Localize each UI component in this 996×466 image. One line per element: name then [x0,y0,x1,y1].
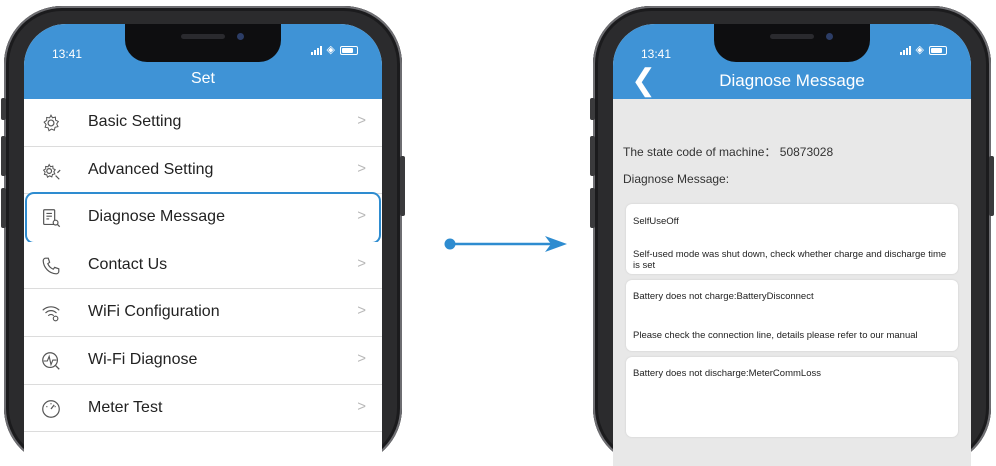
phone-notch [125,24,281,62]
volume-down-button [1,188,6,228]
chevron-right-icon: > [357,254,366,272]
menu-item-label: Contact Us [88,255,168,273]
menu-item-label: Basic Setting [88,113,182,130]
settings-menu: Basic Setting > Advanced Setting > Diagn… [24,99,382,433]
status-time: 13:41 [52,47,83,61]
status-time: 13:41 [641,47,672,61]
wifi-icon: ◈ [915,44,924,56]
menu-item-wifi-configuration[interactable]: WiFi Configuration > [24,289,382,337]
menu-item-label: WiFi Configuration [88,303,220,321]
gear-icon [43,114,60,132]
chevron-right-icon: > [357,397,366,415]
volume-down-button [590,188,595,228]
chevron-right-icon: > [357,112,366,129]
volume-up-button [590,136,595,176]
menu-item-advanced-setting[interactable]: Advanced Setting > [24,146,382,195]
transition-arrow-icon [444,236,567,252]
left-screen: 13:41 ◈ Set Basic Setting > Advanced Set… [24,24,382,466]
volume-up-button [1,136,6,176]
menu-item-wifi-diagnose[interactable]: Wi-Fi Diagnose > [24,336,382,385]
diagnose-card-detail: Please check the connection line, detail… [633,330,918,341]
diagnose-card: SelfUseOff Self-used mode was shut down,… [626,204,958,274]
battery-icon [929,46,947,55]
mute-switch [590,98,595,120]
wifi-icon: ◈ [326,44,335,56]
cellular-signal-icon [899,46,911,55]
menu-item-diagnose-message[interactable]: Diagnose Message > [27,194,379,242]
page-title: Diagnose Message [719,71,865,90]
diagnose-card-detail: Self-used mode was shut down, check whet… [633,249,947,271]
chevron-right-icon: > [357,302,366,320]
state-code-line: The state code of machine： 50873028 [623,143,833,160]
menu-item-basic-setting[interactable]: Basic Setting > [24,99,382,147]
menu-item-label: Meter Test [88,398,163,416]
cellular-signal-icon [310,46,322,55]
meter-gauge-icon [42,399,60,418]
menu-item-meter-test[interactable]: Meter Test > [24,384,382,433]
signal-diagnose-icon [42,352,60,370]
diagnose-card-title: Battery does not discharge:MeterCommLoss [633,368,821,379]
status-icons: ◈ [310,44,358,56]
diagnose-card-title: SelfUseOff [633,216,679,227]
status-icons: ◈ [899,44,947,56]
power-button [989,156,994,216]
document-search-icon [43,209,61,228]
power-button [400,156,405,216]
mute-switch [1,98,6,120]
state-code-value: 50873028 [779,145,834,159]
diagnose-card: Battery does not discharge:MeterCommLoss [626,357,958,437]
left-phone: 13:41 ◈ Set Basic Setting > Advanced Set… [1,6,405,466]
page-title: Set [190,70,215,87]
chevron-right-icon: > [357,349,366,367]
menu-item-contact-us[interactable]: Contact Us > [24,241,382,290]
menu-item-label: Wi-Fi Diagnose [88,350,198,368]
diagnose-content: The state code of machine： 50873028 Diag… [613,99,971,466]
right-screen: 13:41 ◈ ❮ Diagnose Message The state cod… [613,24,971,466]
diagnose-card: Battery does not charge:BatteryDisconnec… [626,280,958,351]
right-phone: 13:41 ◈ ❮ Diagnose Message The state cod… [590,6,994,466]
diagnose-card-title: Battery does not charge:BatteryDisconnec… [633,291,814,302]
chevron-right-icon: > [357,207,366,225]
wifi-config-icon [42,306,60,322]
menu-item-label: Diagnose Message [88,208,225,226]
chevron-right-icon: > [357,159,366,177]
phone-icon [42,257,60,275]
advanced-gear-icon [42,163,61,180]
phone-notch [714,24,870,62]
state-code-label: The state code of machine： [623,145,777,159]
battery-icon [340,46,358,55]
menu-item-label: Advanced Setting [88,160,214,178]
diagnose-message-label: Diagnose Message: [623,172,730,186]
